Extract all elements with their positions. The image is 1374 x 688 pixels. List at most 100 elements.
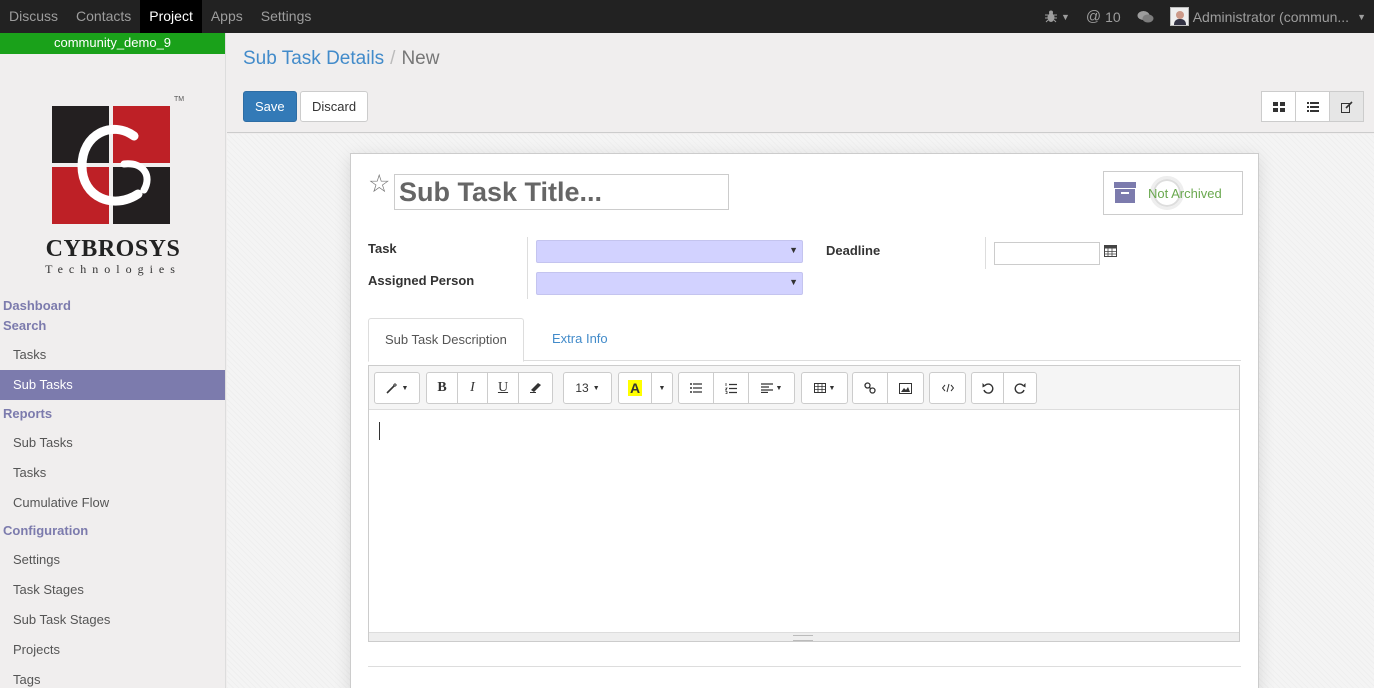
control-panel: Sub Task Details / New Save Discard (227, 33, 1374, 133)
sidebar-header-configuration[interactable]: Configuration (0, 521, 225, 541)
list-view-button[interactable] (1295, 91, 1330, 122)
breadcrumb-parent[interactable]: Sub Task Details (243, 48, 384, 69)
sidebar: community_demo_9 TM CYBROSYS Technologie… (0, 33, 226, 688)
sidebar-item-settings[interactable]: Settings (0, 545, 225, 575)
star-icon[interactable]: ☆ (368, 172, 390, 197)
chat-menu[interactable] (1129, 10, 1162, 24)
notebook-tabs: Sub Task Description Extra Info (368, 318, 1241, 362)
code-group (929, 372, 966, 404)
underline-button[interactable]: U (488, 373, 519, 403)
archive-toggle-button[interactable]: Not Archived (1103, 171, 1243, 215)
activity-menu[interactable]: @ 10 (1078, 8, 1129, 25)
deadline-input[interactable] (994, 242, 1100, 265)
image-icon (899, 382, 912, 394)
debug-menu[interactable]: ▼ (1037, 10, 1078, 23)
redo-button[interactable] (1004, 373, 1036, 403)
field-divider (527, 237, 528, 299)
chat-icon (1137, 10, 1154, 22)
kanban-icon (1272, 101, 1285, 112)
assigned-person-select[interactable]: ▼ (536, 272, 803, 295)
logo-trademark: TM (174, 96, 185, 103)
logo-c-mark (77, 124, 151, 206)
breadcrumb: Sub Task Details / New (243, 48, 439, 70)
clear-format-button[interactable] (519, 373, 552, 403)
sidebar-header-dashboard[interactable]: Dashboard (0, 296, 225, 316)
sidebar-menu: Dashboard Search Tasks Sub Tasks Reports… (0, 296, 225, 688)
menu-apps[interactable]: Apps (202, 0, 252, 33)
sidebar-item-cumulative-flow[interactable]: Cumulative Flow (0, 488, 225, 518)
unordered-list-icon (690, 383, 702, 393)
menu-discuss[interactable]: Discuss (0, 0, 67, 33)
task-select[interactable]: ▼ (536, 240, 803, 263)
ordered-list-icon (725, 382, 737, 394)
sidebar-item-tasks[interactable]: Tasks (0, 340, 225, 370)
font-format-group: B I U (426, 372, 553, 404)
sidebar-item-tags[interactable]: Tags (0, 665, 225, 688)
sidebar-item-report-tasks[interactable]: Tasks (0, 458, 225, 488)
menu-settings[interactable]: Settings (252, 0, 321, 33)
archive-icon (1114, 182, 1136, 204)
align-left-icon (760, 383, 773, 393)
history-group (971, 372, 1037, 404)
ordered-list-button[interactable] (714, 373, 749, 403)
sidebar-header-reports[interactable]: Reports (0, 404, 225, 424)
sidebar-item-task-stages[interactable]: Task Stages (0, 575, 225, 605)
insert-group (852, 372, 924, 404)
edit-icon (1340, 100, 1353, 113)
user-menu[interactable]: Administrator (commun... ▼ (1162, 7, 1374, 26)
eraser-icon (529, 383, 541, 393)
caret-down-icon: ▼ (1357, 11, 1366, 22)
editor-toolbar: ▼ B I U 13 ▼ A ▼ ▼ ▼ (369, 366, 1239, 410)
editor-resize-handle[interactable] (369, 632, 1239, 641)
sidebar-item-report-sub-tasks[interactable]: Sub Tasks (0, 428, 225, 458)
table-dropdown[interactable]: ▼ (802, 373, 847, 403)
style-dropdown[interactable]: ▼ (375, 373, 419, 403)
link-button[interactable] (853, 373, 888, 403)
assigned-person-label: Assigned Person (368, 273, 475, 288)
style-group: ▼ (374, 372, 420, 404)
link-icon (864, 382, 876, 394)
caret-down-icon: ▼ (1060, 11, 1070, 22)
at-icon: @ (1085, 8, 1102, 25)
sidebar-item-sub-task-stages[interactable]: Sub Task Stages (0, 605, 225, 635)
magic-wand-icon (385, 382, 397, 394)
caret-down-icon: ▼ (401, 384, 409, 392)
sheet-divider (368, 666, 1241, 667)
user-name: Administrator (commun... (1192, 8, 1350, 25)
highlight-color-button[interactable]: A (619, 373, 652, 403)
menu-project[interactable]: Project (140, 0, 202, 33)
kanban-view-button[interactable] (1261, 91, 1296, 122)
unordered-list-button[interactable] (679, 373, 714, 403)
discard-button[interactable]: Discard (300, 91, 369, 122)
deadline-label: Deadline (826, 243, 881, 258)
messages-count: 10 (1105, 8, 1121, 25)
systray: ▼ @ 10 Administrator (commun... ▼ (1037, 0, 1374, 33)
color-dropdown[interactable]: ▼ (652, 373, 672, 403)
form-view-button[interactable] (1329, 91, 1364, 122)
sidebar-item-sub-tasks[interactable]: Sub Tasks (0, 370, 225, 400)
code-view-button[interactable] (930, 373, 965, 403)
bold-button[interactable]: B (427, 373, 458, 403)
image-button[interactable] (888, 373, 923, 403)
sidebar-item-projects[interactable]: Projects (0, 635, 225, 665)
code-icon (941, 383, 954, 393)
tab-sub-task-description[interactable]: Sub Task Description (368, 318, 524, 362)
menu-contacts[interactable]: Contacts (67, 0, 140, 33)
database-name: community_demo_9 (0, 33, 225, 54)
company-logo[interactable]: TM CYBROSYS Technologies (0, 54, 225, 276)
align-dropdown[interactable]: ▼ (749, 373, 794, 403)
undo-button[interactable] (972, 373, 1004, 403)
title-input[interactable] (394, 174, 729, 210)
editor-content-area[interactable] (369, 410, 1239, 632)
italic-button[interactable]: I (458, 373, 488, 403)
sidebar-header-search[interactable]: Search (0, 316, 225, 336)
calendar-icon[interactable] (1104, 244, 1117, 257)
save-button[interactable]: Save (243, 91, 297, 122)
tab-extra-info[interactable]: Extra Info (536, 318, 624, 362)
undo-icon (982, 383, 993, 394)
redo-icon (1014, 383, 1026, 394)
font-size-dropdown[interactable]: 13 ▼ (564, 373, 611, 403)
font-size-value: 13 (575, 381, 589, 395)
bug-icon (1044, 10, 1057, 23)
color-group: A ▼ (618, 372, 673, 404)
